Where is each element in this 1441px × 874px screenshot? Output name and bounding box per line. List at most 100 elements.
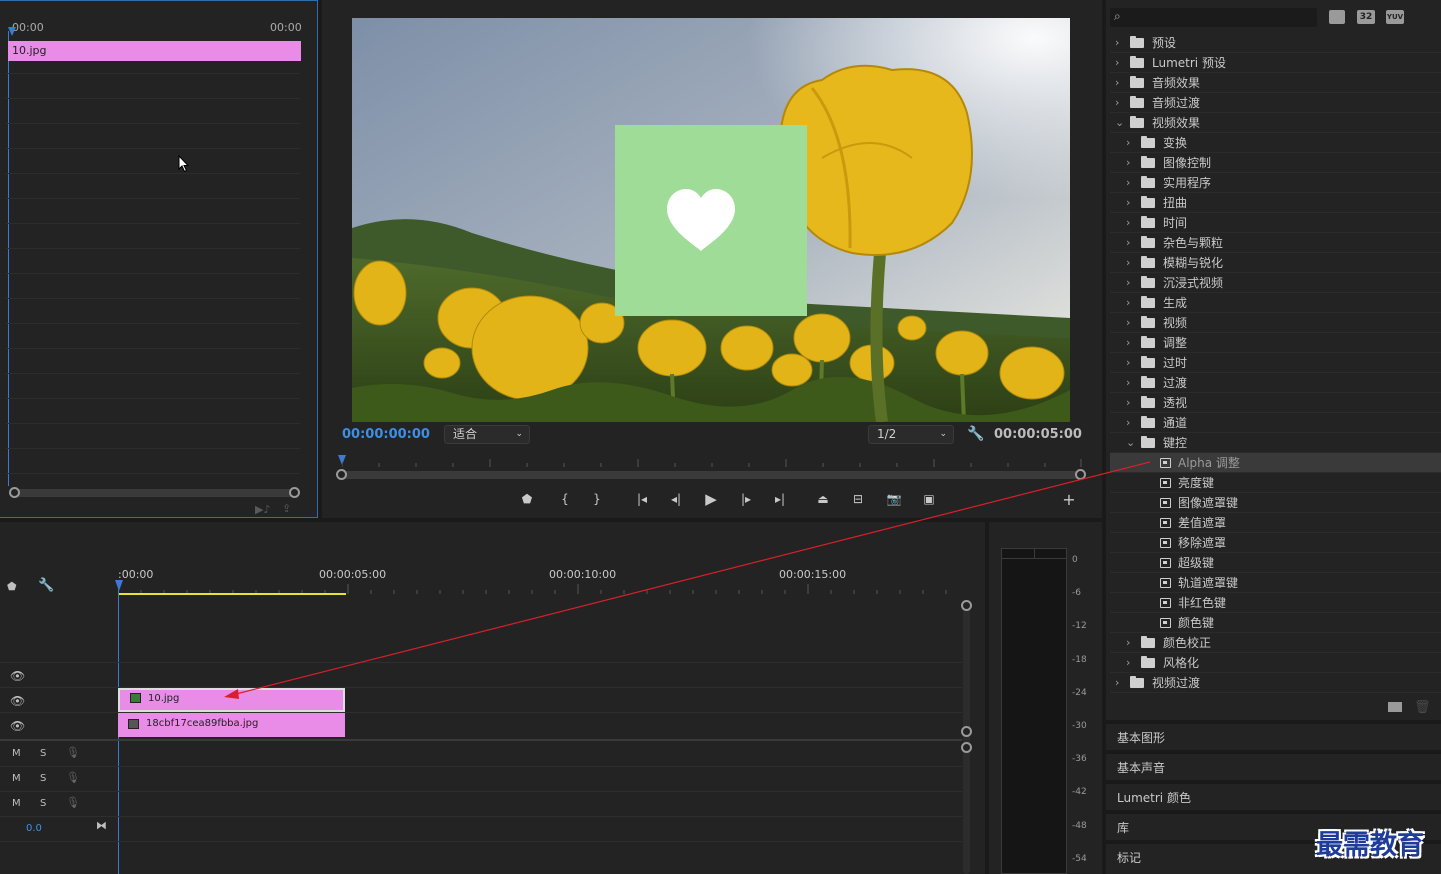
ec-export-icon[interactable]: ⇪ <box>282 502 291 515</box>
solo-button-a3[interactable]: S <box>40 798 46 809</box>
effect-folder-item[interactable]: › 模糊与锐化 <box>1110 253 1441 273</box>
mute-button-a1[interactable]: M <box>12 748 21 759</box>
effect-folder-item[interactable]: › 生成 <box>1110 293 1441 313</box>
chevron-right-icon[interactable]: › <box>1126 293 1130 313</box>
play-icon[interactable]: ▶ <box>699 488 723 510</box>
effects-search-input[interactable]: ⌕ <box>1110 8 1317 27</box>
chevron-right-icon[interactable]: › <box>1126 213 1130 233</box>
effect-folder-item[interactable]: › 风格化 <box>1110 653 1441 673</box>
effect-folder-item[interactable]: › 过时 <box>1110 353 1441 373</box>
chevron-right-icon[interactable]: › <box>1115 73 1119 93</box>
chevron-right-icon[interactable]: › <box>1126 153 1130 173</box>
solo-button-a2[interactable]: S <box>40 773 46 784</box>
microphone-icon[interactable]: 🎙 <box>66 746 80 759</box>
effect-folder-item[interactable]: › Lumetri 预设 <box>1110 53 1441 73</box>
chevron-right-icon[interactable]: › <box>1126 313 1130 333</box>
microphone-icon[interactable]: 🎙 <box>66 771 80 784</box>
effect-item[interactable]: 亮度键 <box>1110 473 1441 493</box>
chevron-right-icon[interactable]: › <box>1115 673 1119 693</box>
effect-item[interactable]: 移除遮罩 <box>1110 533 1441 553</box>
chevron-right-icon[interactable]: › <box>1126 333 1130 353</box>
ec-playhead-icon[interactable] <box>8 27 16 36</box>
yuv-effects-icon[interactable]: YUV <box>1386 10 1404 24</box>
ec-zoom-scrollbar[interactable] <box>14 489 296 497</box>
effect-folder-item[interactable]: › 视频过渡 <box>1110 673 1441 693</box>
eye-icon[interactable]: 👁 <box>10 669 25 683</box>
chevron-right-icon[interactable]: › <box>1115 53 1119 73</box>
chevron-right-icon[interactable]: › <box>1115 93 1119 113</box>
effect-folder-item[interactable]: › 音频过渡 <box>1110 93 1441 113</box>
program-scroll-start-handle[interactable] <box>336 469 347 480</box>
go-to-out-icon[interactable]: ▸| <box>768 488 792 510</box>
chevron-right-icon[interactable]: › <box>1126 633 1130 653</box>
ec-clip-bar[interactable]: 10.jpg <box>8 41 301 61</box>
solo-button-a1[interactable]: S <box>40 748 46 759</box>
effect-folder-item[interactable]: › 时间 <box>1110 213 1441 233</box>
effect-folder-item[interactable]: › 变换 <box>1110 133 1441 153</box>
timeline-scroll-handle[interactable] <box>961 726 972 737</box>
timeline-vertical-scrollbar[interactable] <box>963 606 970 874</box>
mark-in-icon[interactable]: { <box>553 488 577 510</box>
effect-folder-item[interactable]: › 通道 <box>1110 413 1441 433</box>
effect-folder-item[interactable]: › 颜色校正 <box>1110 633 1441 653</box>
trash-icon[interactable]: 🗑 <box>1414 700 1431 715</box>
ec-scroll-start-handle[interactable] <box>9 487 20 498</box>
effect-folder-item[interactable]: › 沉浸式视频 <box>1110 273 1441 293</box>
timeline-scroll-handle[interactable] <box>961 600 972 611</box>
go-to-in-icon[interactable]: |◂ <box>630 488 654 510</box>
compare-view-icon[interactable]: ▣ <box>917 488 941 510</box>
accelerated-effects-icon[interactable] <box>1329 10 1345 24</box>
tab-essential-graphics[interactable]: 基本图形 <box>1106 722 1441 750</box>
timeline-settings-wrench-icon[interactable]: 🔧 <box>38 578 54 593</box>
add-marker-icon[interactable]: ⬟ <box>515 488 539 510</box>
mark-out-icon[interactable]: } <box>585 488 609 510</box>
clip-10-jpg[interactable]: 10.jpg <box>120 690 343 710</box>
effect-item[interactable]: Alpha 调整 <box>1110 453 1441 473</box>
clip-18cbf-jpg[interactable]: 18cbf17cea89fbba.jpg <box>118 713 345 737</box>
chevron-right-icon[interactable]: › <box>1126 133 1130 153</box>
go-to-end-icon[interactable]: ⧓ <box>96 819 107 832</box>
effect-item[interactable]: 超级键 <box>1110 553 1441 573</box>
timeline-scroll-handle[interactable] <box>961 742 972 753</box>
work-area-bar[interactable] <box>118 593 346 595</box>
program-current-timecode[interactable]: 00:00:00:00 <box>342 427 430 442</box>
wrench-settings-icon[interactable]: 🔧 <box>967 426 984 442</box>
effect-item[interactable]: 图像遮罩键 <box>1110 493 1441 513</box>
effect-item[interactable]: 轨道遮罩键 <box>1110 573 1441 593</box>
extract-icon[interactable]: ⊟ <box>846 488 870 510</box>
effect-folder-item[interactable]: › 过渡 <box>1110 373 1441 393</box>
effect-folder-item[interactable]: › 预设 <box>1110 33 1441 53</box>
chevron-down-icon[interactable]: ⌄ <box>1115 113 1124 133</box>
effect-folder-item[interactable]: ⌄ 视频效果 <box>1110 113 1441 133</box>
export-frame-camera-icon[interactable]: 📷 <box>882 488 906 510</box>
effect-item[interactable]: 颜色键 <box>1110 613 1441 633</box>
chevron-right-icon[interactable]: › <box>1126 273 1130 293</box>
mute-button-a3[interactable]: M <box>12 798 21 809</box>
chevron-right-icon[interactable]: › <box>1126 253 1130 273</box>
resolution-dropdown[interactable]: 1/2 ⌄ <box>868 425 954 444</box>
microphone-icon[interactable]: 🎙 <box>66 796 80 809</box>
effect-folder-item[interactable]: › 调整 <box>1110 333 1441 353</box>
effect-folder-item[interactable]: › 透视 <box>1110 393 1441 413</box>
effect-folder-item[interactable]: › 图像控制 <box>1110 153 1441 173</box>
eye-icon[interactable]: 👁 <box>10 694 25 708</box>
step-back-icon[interactable]: ◂| <box>664 488 688 510</box>
fit-dropdown[interactable]: 适合 ⌄ <box>444 425 530 444</box>
program-scroll-end-handle[interactable] <box>1075 469 1086 480</box>
ec-scroll-end-handle[interactable] <box>289 487 300 498</box>
mute-button-a2[interactable]: M <box>12 773 21 784</box>
effect-folder-item[interactable]: › 扭曲 <box>1110 193 1441 213</box>
tab-lumetri-color[interactable]: Lumetri 颜色 <box>1106 782 1441 810</box>
timeline-playhead-icon[interactable] <box>115 580 123 591</box>
program-video-frame[interactable] <box>352 18 1070 422</box>
effect-folder-item[interactable]: ⌄ 键控 <box>1110 433 1441 453</box>
effect-folder-item[interactable]: › 音频效果 <box>1110 73 1441 93</box>
chevron-right-icon[interactable]: › <box>1126 353 1130 373</box>
chevron-right-icon[interactable]: › <box>1115 33 1119 53</box>
chevron-right-icon[interactable]: › <box>1126 173 1130 193</box>
chevron-right-icon[interactable]: › <box>1126 393 1130 413</box>
eye-icon[interactable]: 👁 <box>10 719 25 733</box>
effect-folder-item[interactable]: › 视频 <box>1110 313 1441 333</box>
32bit-effects-icon[interactable]: 32 <box>1357 10 1375 24</box>
lift-icon[interactable]: ⏏ <box>811 488 835 510</box>
